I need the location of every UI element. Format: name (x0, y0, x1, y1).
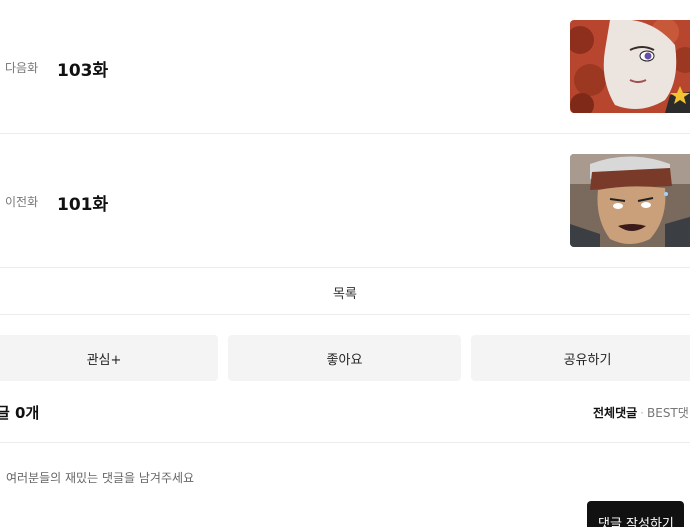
sort-separator: · (640, 406, 644, 420)
share-button[interactable]: 공유하기 (471, 335, 690, 381)
comment-sort-tabs: 전체댓글 · BEST댓 (593, 404, 689, 421)
favorite-button[interactable]: 관심+ (0, 335, 218, 381)
previous-episode-thumbnail[interactable] (570, 154, 690, 247)
episode-list-link[interactable]: 목록 (0, 283, 690, 302)
like-button[interactable]: 좋아요 (228, 335, 461, 381)
previous-episode-title[interactable]: 101화 (57, 190, 108, 215)
next-episode-thumbnail[interactable] (570, 20, 690, 113)
comment-header: 글 0개 전체댓글 · BEST댓 (0, 399, 690, 443)
comment-count: 글 0개 (0, 404, 40, 422)
next-episode-title[interactable]: 103화 (57, 56, 108, 81)
sort-best-comments-tab[interactable]: BEST댓 (647, 406, 689, 420)
comment-input[interactable]: 여러분들의 재밌는 댓글을 남겨주세요 (0, 455, 690, 499)
next-episode-row[interactable]: 다음화 103화 (0, 0, 690, 134)
previous-episode-row[interactable]: 이전화 101화 (0, 134, 690, 268)
write-comment-button[interactable]: 댓글 작성하기 (587, 501, 684, 527)
previous-episode-kind: 이전화 (5, 195, 39, 209)
next-episode-kind: 다음화 (5, 61, 39, 75)
sort-all-comments-tab[interactable]: 전체댓글 (593, 406, 637, 420)
episode-list-row: 목록 (0, 268, 690, 315)
